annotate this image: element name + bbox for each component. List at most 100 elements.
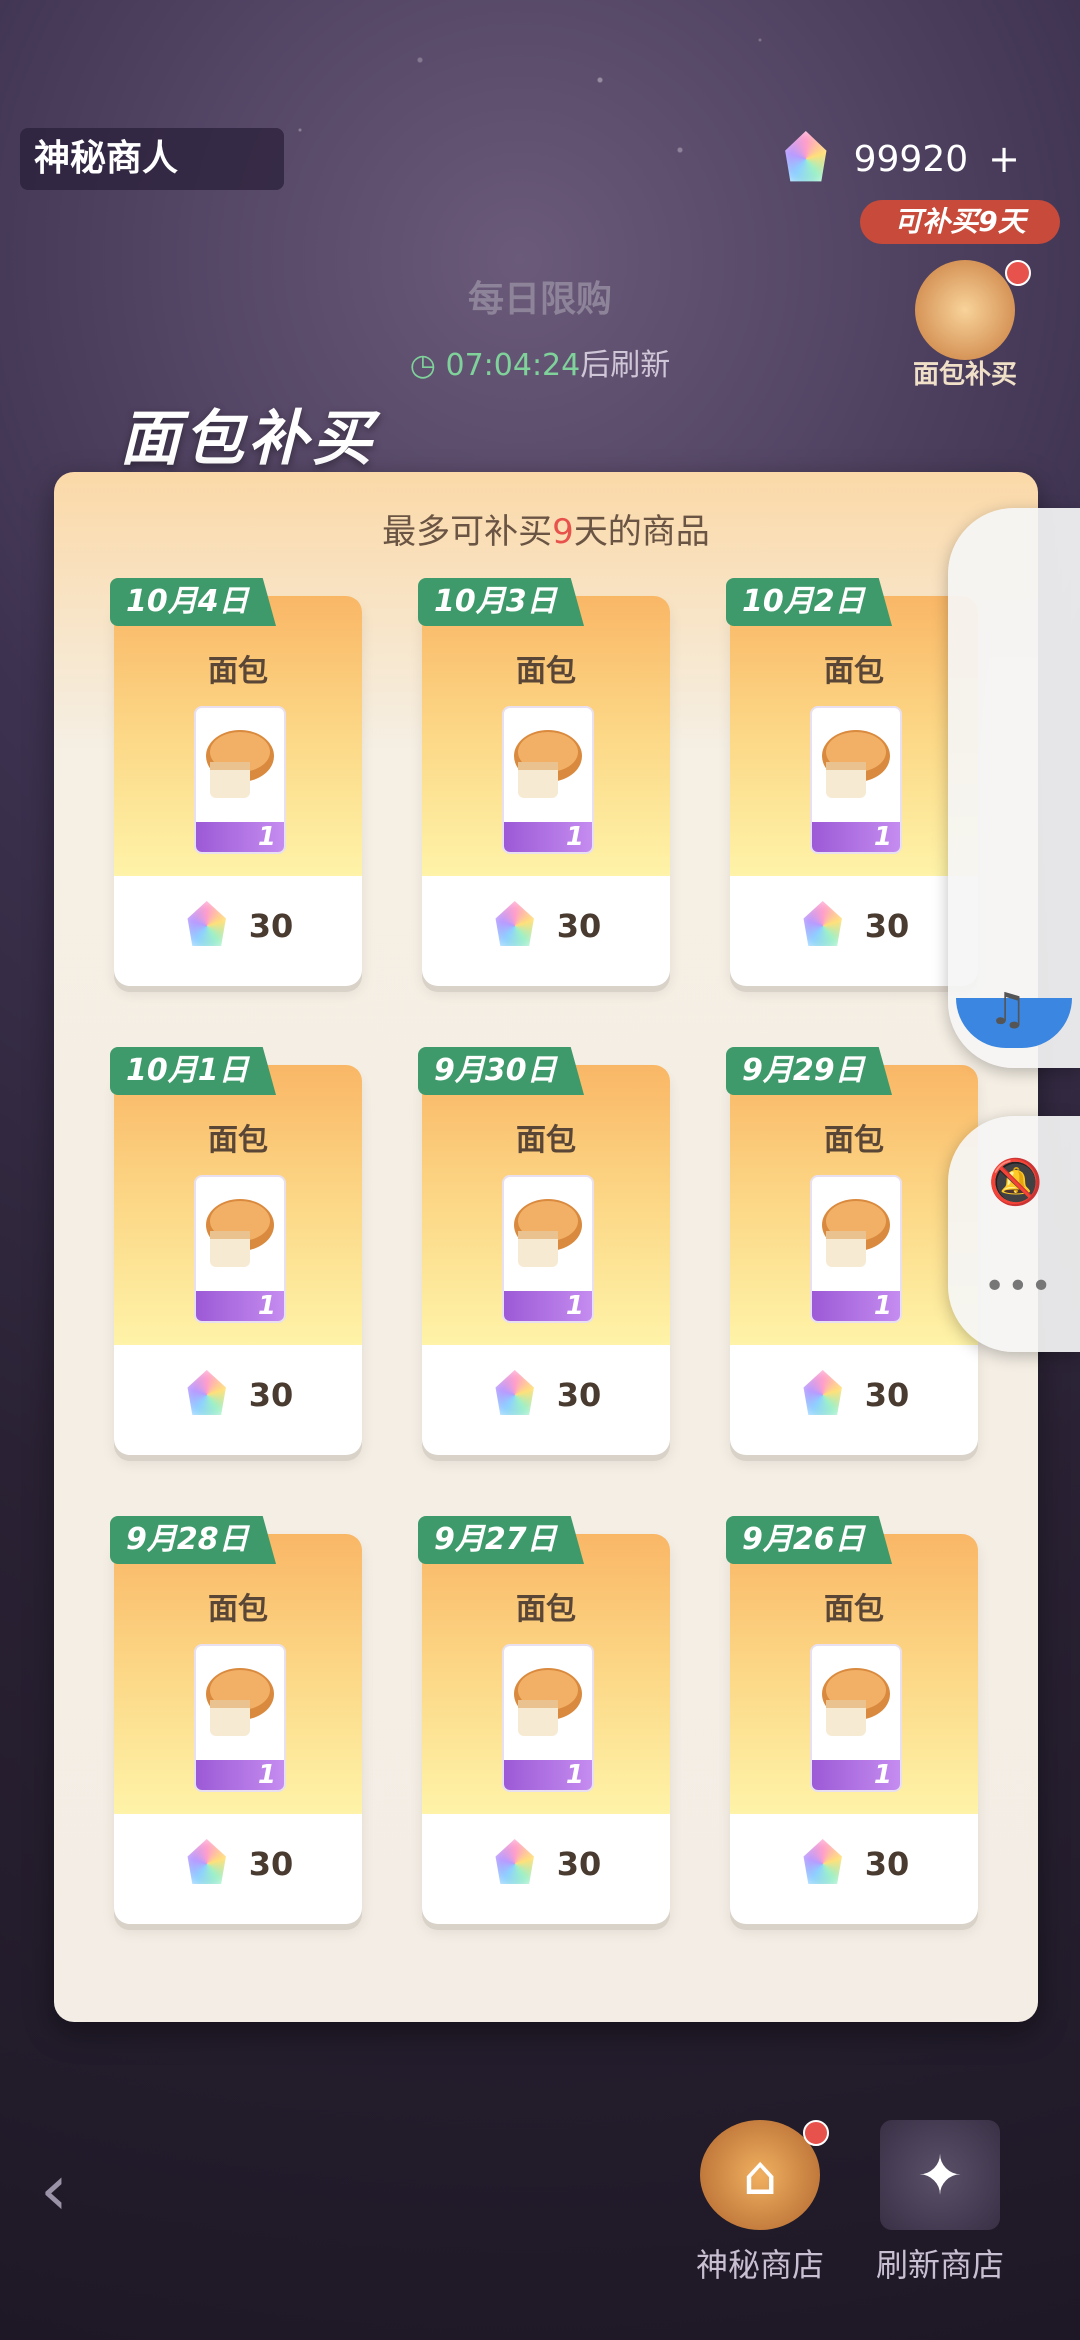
item-name: 面包	[824, 1123, 884, 1158]
crystal-gem-icon	[785, 131, 827, 182]
crystal-gem-icon	[495, 1839, 534, 1884]
bread-icon	[822, 1668, 890, 1736]
currency-value: 99920	[853, 138, 969, 180]
bread-icon	[822, 730, 890, 798]
crystal-gem-icon	[495, 901, 534, 946]
bread-card[interactable]: 9月29日 面包 1 30	[726, 1047, 978, 1455]
item-quantity: 1	[504, 1291, 592, 1321]
subtitle-suffix: 天的商品	[573, 512, 710, 552]
price-value: 30	[556, 907, 602, 945]
item-frame: 1	[810, 1175, 902, 1323]
date-tag: 9月28日	[110, 1516, 276, 1564]
price-value: 30	[248, 907, 294, 945]
floating-music-widget[interactable]: ♫	[948, 508, 1080, 1068]
item-name: 面包	[208, 1123, 268, 1158]
item-name: 面包	[516, 654, 576, 689]
crystal-gem-icon	[803, 901, 842, 946]
date-tag: 10月4日	[110, 578, 276, 626]
item-quantity: 1	[196, 822, 284, 852]
refresh-suffix: 后刷新	[580, 348, 671, 383]
price-value: 30	[864, 1845, 910, 1883]
date-tag: 9月27日	[418, 1516, 584, 1564]
chevron-left-icon: ‹	[40, 2149, 68, 2231]
bread-icon	[514, 730, 582, 798]
date-tag: 9月30日	[418, 1047, 584, 1095]
item-frame: 1	[194, 706, 286, 854]
price-value: 30	[864, 907, 910, 945]
refresh-shop-icon: ✦	[880, 2120, 1000, 2230]
mystery-shop-button[interactable]: ⌂ 神秘商店	[675, 2120, 845, 2286]
item-frame: 1	[502, 706, 594, 854]
bread-icon	[514, 1199, 582, 1267]
bread-card[interactable]: 10月1日 面包 1 30	[110, 1047, 362, 1455]
item-frame: 1	[194, 1175, 286, 1323]
bread-icon	[822, 1199, 890, 1267]
item-frame: 1	[502, 1175, 594, 1323]
add-currency-button[interactable]: +	[988, 137, 1020, 181]
page-title: 神秘商人	[20, 128, 284, 190]
item-name: 面包	[824, 1592, 884, 1627]
price: 30	[114, 1365, 362, 1425]
bread-card[interactable]: 9月28日 面包 1 30	[110, 1516, 362, 1924]
mystery-shop-label: 神秘商店	[695, 2246, 824, 2284]
item-quantity: 1	[196, 1291, 284, 1321]
crystal-gem-icon	[803, 1839, 842, 1884]
item-name: 面包	[208, 1592, 268, 1627]
price-value: 30	[248, 1376, 294, 1414]
bread-card[interactable]: 10月4日 面包 1 30	[110, 578, 362, 986]
back-button[interactable]: ‹	[40, 2150, 120, 2230]
subtitle-prefix: 最多可补买	[382, 512, 553, 552]
modal-subtitle: 最多可补买9天的商品	[54, 504, 1038, 553]
bread-card[interactable]: 9月30日 面包 1 30	[418, 1047, 670, 1455]
price: 30	[422, 1365, 670, 1425]
refresh-shop-button[interactable]: ✦ 刷新商店	[855, 2120, 1025, 2286]
item-quantity: 1	[504, 1760, 592, 1790]
item-name: 面包	[208, 654, 268, 689]
subtitle-days: 9	[552, 512, 574, 552]
bread-replenish-button[interactable]: 面包补买	[905, 260, 1031, 390]
item-quantity: 1	[196, 1760, 284, 1790]
item-frame: 1	[194, 1644, 286, 1792]
item-quantity: 1	[812, 1291, 900, 1321]
item-quantity: 1	[812, 1760, 900, 1790]
bread-card[interactable]: 10月3日 面包 1 30	[418, 578, 670, 986]
item-name: 面包	[516, 1123, 576, 1158]
crystal-gem-icon	[803, 1370, 842, 1415]
crystal-gem-icon	[187, 1370, 226, 1415]
price-value: 30	[556, 1845, 602, 1883]
bread-card[interactable]: 9月27日 面包 1 30	[418, 1516, 670, 1924]
item-frame: 1	[810, 1644, 902, 1792]
price-value: 30	[864, 1376, 910, 1414]
price-value: 30	[248, 1845, 294, 1883]
notification-dot	[1005, 260, 1031, 286]
replenish-badge: 可补买9天	[860, 200, 1060, 244]
bread-icon	[206, 1199, 274, 1267]
crystal-gem-icon	[495, 1370, 534, 1415]
music-note-icon[interactable]: ♫	[988, 984, 1027, 1035]
bread-card[interactable]: 9月26日 面包 1 30	[726, 1516, 978, 1924]
bread-icon	[206, 1668, 274, 1736]
item-name: 面包	[824, 654, 884, 689]
price-value: 30	[556, 1376, 602, 1414]
clock-icon: ◷	[409, 348, 436, 383]
price: 30	[114, 896, 362, 956]
item-frame: 1	[810, 706, 902, 854]
currency-display: 99920 +	[780, 128, 1020, 190]
price: 30	[422, 1834, 670, 1894]
refresh-shop-label: 刷新商店	[875, 2246, 1004, 2284]
date-tag: 9月26日	[726, 1516, 892, 1564]
more-dots-icon[interactable]: •••	[984, 1266, 1054, 1307]
item-name: 面包	[516, 1592, 576, 1627]
price: 30	[114, 1834, 362, 1894]
item-frame: 1	[502, 1644, 594, 1792]
floating-tools-widget: 🔕 •••	[948, 1116, 1080, 1352]
price: 30	[730, 1365, 978, 1425]
bread-icon	[915, 260, 1015, 360]
date-tag: 10月3日	[418, 578, 584, 626]
notification-dot	[803, 2120, 829, 2146]
date-tag: 10月2日	[726, 578, 892, 626]
bell-off-icon[interactable]: 🔕	[988, 1156, 1043, 1208]
crystal-gem-icon	[187, 901, 226, 946]
price: 30	[422, 896, 670, 956]
bread-card[interactable]: 10月2日 面包 1 30	[726, 578, 978, 986]
